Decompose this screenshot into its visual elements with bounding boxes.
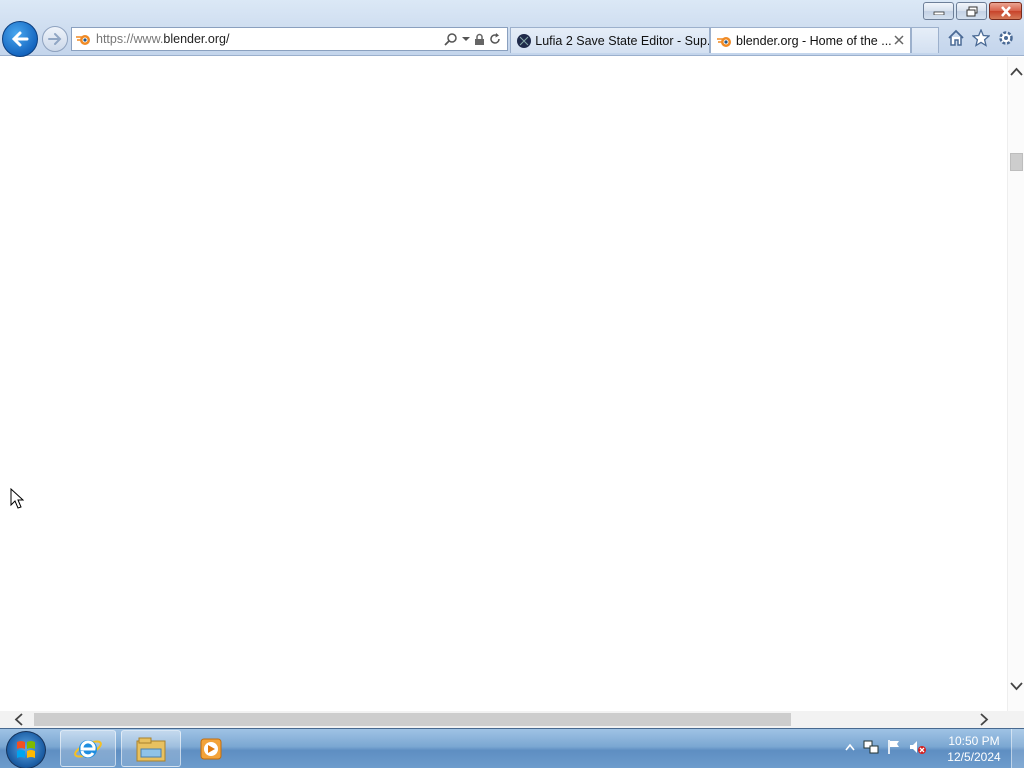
horizontal-scroll-thumb[interactable] <box>34 713 791 726</box>
clock-time: 10:50 PM <box>948 734 1000 748</box>
command-icons <box>946 28 1016 48</box>
back-button[interactable] <box>2 21 38 57</box>
forward-arrow-icon <box>48 33 62 45</box>
back-arrow-icon <box>11 31 29 47</box>
scroll-right-icon[interactable] <box>979 713 989 726</box>
browser-chrome: https://www.blender.org/ Lufia 2 Save St… <box>0 0 1024 57</box>
volume-muted-icon[interactable] <box>909 739 927 755</box>
site-favicon-icon <box>517 33 531 48</box>
scrollbar-corner <box>1007 711 1024 728</box>
mouse-pointer-icon <box>10 488 24 509</box>
scroll-left-icon[interactable] <box>14 713 24 726</box>
system-clock[interactable]: 10:50 PM 12/5/2024 <box>942 733 1006 765</box>
restore-icon <box>966 6 977 16</box>
scroll-down-icon[interactable] <box>1010 681 1023 691</box>
close-window-button[interactable] <box>989 2 1022 20</box>
network-icon[interactable] <box>863 739 879 755</box>
windows-logo-icon <box>17 741 35 758</box>
address-bar[interactable]: https://www.blender.org/ <box>71 27 508 51</box>
internet-explorer-icon <box>74 739 102 758</box>
taskbar-internet-explorer[interactable] <box>60 730 116 767</box>
close-icon <box>1000 5 1011 17</box>
action-center-flag-icon[interactable] <box>887 739 901 755</box>
lock-icon[interactable] <box>474 33 485 46</box>
horizontal-scrollbar[interactable] <box>0 711 1007 728</box>
tab-title: Lufia 2 Save State Editor - Sup... <box>535 33 709 48</box>
tab-lufia[interactable]: Lufia 2 Save State Editor - Sup... <box>510 27 710 53</box>
tab-title: blender.org - Home of the ... <box>736 33 891 48</box>
clock-date: 12/5/2024 <box>947 750 1001 764</box>
tab-blender[interactable]: blender.org - Home of the ... <box>710 27 911 53</box>
vertical-scrollbar[interactable] <box>1007 57 1024 711</box>
scroll-up-icon[interactable] <box>1010 67 1023 77</box>
refresh-icon[interactable] <box>489 33 501 45</box>
page-content[interactable] <box>0 57 1007 711</box>
favorites-star-icon[interactable] <box>971 28 991 48</box>
show-desktop-button[interactable] <box>1011 729 1024 768</box>
taskbar: 10:50 PM 12/5/2024 <box>0 728 1024 768</box>
window-caption-buttons <box>923 2 1022 20</box>
taskbar-file-explorer[interactable] <box>121 730 181 767</box>
minimize-button[interactable] <box>923 2 954 20</box>
new-tab-button[interactable] <box>911 27 939 53</box>
settings-gear-icon[interactable] <box>996 28 1016 48</box>
dropdown-icon[interactable] <box>462 36 470 42</box>
blender-logo-icon <box>717 36 731 47</box>
system-tray <box>845 739 927 755</box>
restore-button[interactable] <box>956 2 987 20</box>
url-text[interactable]: https://www.blender.org/ <box>94 32 444 46</box>
search-icon[interactable] <box>444 32 458 46</box>
start-button[interactable] <box>6 731 46 768</box>
vertical-scroll-thumb[interactable] <box>1010 153 1023 171</box>
show-hidden-icons-icon[interactable] <box>845 743 855 751</box>
address-tools <box>444 32 507 46</box>
minimize-icon <box>933 11 944 15</box>
blender-logo-icon <box>72 28 94 50</box>
taskbar-media-player[interactable] <box>183 730 239 767</box>
file-explorer-icon <box>136 737 166 761</box>
forward-button[interactable] <box>42 26 68 52</box>
media-player-icon <box>200 738 222 759</box>
close-tab-icon[interactable] <box>893 34 905 46</box>
home-icon[interactable] <box>946 28 966 48</box>
